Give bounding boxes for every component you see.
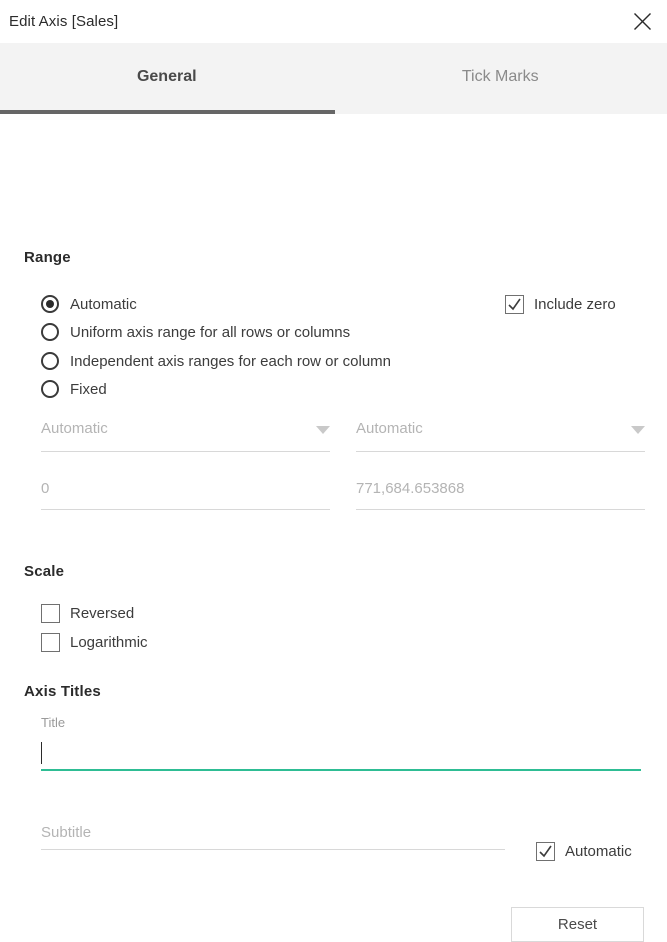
checkbox-reversed[interactable]: Reversed <box>41 604 134 623</box>
radio-independent-axis-ranges-label: Independent axis ranges for each row or … <box>70 353 391 370</box>
range-start-value-field[interactable]: 0 <box>41 480 330 510</box>
radio-uniform-axis-range-label: Uniform axis range for all rows or colum… <box>70 324 350 341</box>
radio-independent-axis-ranges[interactable]: Independent axis ranges for each row or … <box>41 352 391 370</box>
radio-uniform-axis-range[interactable]: Uniform axis range for all rows or colum… <box>41 323 350 341</box>
checkbox-logarithmic-label: Logarithmic <box>70 634 148 651</box>
range-end-dropdown-value: Automatic <box>356 420 423 437</box>
axis-titles-section-heading: Axis Titles <box>24 683 101 700</box>
range-end-value-field[interactable]: 771,684.653868 <box>356 480 645 510</box>
tab-tick-marks[interactable]: Tick Marks <box>334 43 667 110</box>
text-caret <box>41 742 42 764</box>
radio-fixed[interactable]: Fixed <box>41 380 107 398</box>
chevron-down-icon <box>631 426 645 434</box>
reset-button[interactable]: Reset <box>511 907 644 942</box>
checkbox-logarithmic[interactable]: Logarithmic <box>41 633 148 652</box>
radio-fixed-indicator <box>41 380 59 398</box>
dialog-titlebar: Edit Axis [Sales] <box>0 0 667 43</box>
checkbox-reversed-label: Reversed <box>70 605 134 622</box>
range-end-value: 771,684.653868 <box>356 480 464 497</box>
checkbox-reversed-box <box>41 604 60 623</box>
radio-automatic-indicator <box>41 295 59 313</box>
checkbox-logarithmic-box <box>41 633 60 652</box>
checkbox-include-zero-label: Include zero <box>534 296 616 313</box>
tab-general[interactable]: General <box>0 43 334 110</box>
range-end-dropdown[interactable]: Automatic <box>356 420 645 452</box>
checkbox-include-zero[interactable]: Include zero <box>505 295 616 314</box>
dialog-title: Edit Axis [Sales] <box>0 13 118 30</box>
range-start-value: 0 <box>41 480 49 497</box>
title-input[interactable] <box>41 737 641 771</box>
dialog-tabs: General Tick Marks <box>0 43 667 114</box>
subtitle-input[interactable] <box>41 820 505 850</box>
chevron-down-icon <box>316 426 330 434</box>
active-tab-indicator <box>0 110 335 114</box>
range-start-dropdown[interactable]: Automatic <box>41 420 330 452</box>
range-start-dropdown-value: Automatic <box>41 420 108 437</box>
checkbox-include-zero-box <box>505 295 524 314</box>
radio-uniform-axis-range-indicator <box>41 323 59 341</box>
edit-axis-dialog: Edit Axis [Sales] General Tick Marks Ran… <box>0 0 667 838</box>
checkbox-subtitle-automatic[interactable]: Automatic <box>536 842 632 861</box>
title-field-label: Title <box>41 715 65 730</box>
scale-section-heading: Scale <box>24 563 64 580</box>
close-icon[interactable] <box>625 4 659 38</box>
radio-fixed-label: Fixed <box>70 381 107 398</box>
radio-independent-axis-ranges-indicator <box>41 352 59 370</box>
checkbox-subtitle-automatic-box <box>536 842 555 861</box>
range-section-heading: Range <box>24 249 71 266</box>
checkbox-subtitle-automatic-label: Automatic <box>565 843 632 860</box>
radio-automatic-label: Automatic <box>70 296 137 313</box>
radio-automatic[interactable]: Automatic <box>41 295 137 313</box>
